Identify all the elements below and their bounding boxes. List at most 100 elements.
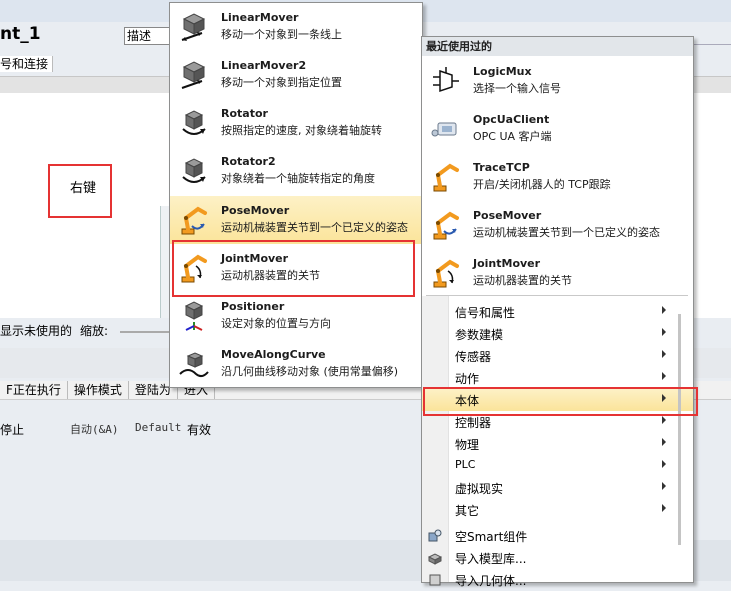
item-description: 运动机器装置的关节	[473, 274, 572, 287]
submenu-signals-and-properties[interactable]: 信号和属性	[422, 301, 693, 323]
move-along-curve-icon	[179, 352, 209, 378]
recent-item-opc-ua-client[interactable]: OpcUaClient OPC UA 客户端	[422, 105, 693, 153]
submenu-other[interactable]: 其它	[422, 499, 693, 521]
submenu-plc[interactable]: PLC	[422, 455, 693, 477]
item-description: 运动机械装置关节到一个已定义的姿态	[473, 226, 660, 239]
submenu-label: 传感器	[455, 350, 492, 364]
recent-item-logic-mux[interactable]: LogicMux 选择一个输入信号	[422, 57, 693, 105]
rotator2-icon	[182, 158, 206, 183]
item-description: 移动一个对象到一条线上	[221, 28, 342, 41]
import-geometry-icon	[429, 574, 441, 586]
menu-item-rotator2[interactable]: Rotator2 对象绕着一个轴旋转指定的角度	[170, 147, 422, 195]
status-cell: 停止	[0, 423, 25, 437]
item-description: 对象绕着一个轴旋转指定的角度	[221, 172, 375, 185]
action-label: 导入模型库...	[455, 552, 527, 566]
positioner-icon	[184, 301, 204, 331]
menu-item-move-along-curve[interactable]: MoveAlongCurve 沿几何曲线移动对象 (使用常量偏移)	[170, 340, 422, 388]
menu-item-empty-smart-component[interactable]: 空Smart组件	[422, 525, 693, 547]
recent-item-pose-mover[interactable]: PoseMover 运动机械装置关节到一个已定义的姿态	[422, 201, 693, 249]
submenu-arrow-icon	[662, 438, 666, 446]
body-submenu-highlight-box	[423, 387, 698, 416]
submenu-arrow-icon	[662, 306, 666, 314]
submenu-arrow-icon	[662, 504, 666, 512]
item-title: OpcUaClient	[473, 113, 550, 126]
submenu-arrow-icon	[662, 328, 666, 336]
submenu-arrow-icon	[662, 460, 666, 468]
item-title: MoveAlongCurve	[221, 348, 326, 361]
submenu-label: 其它	[455, 504, 480, 518]
item-description: 运动机械装置关节到一个已定义的姿态	[221, 221, 408, 234]
submenu-label: PLC	[455, 458, 476, 471]
item-title: LogicMux	[473, 65, 532, 78]
submenu-label: 控制器	[455, 416, 492, 430]
menu-item-rotator[interactable]: Rotator 按照指定的速度, 对象绕着轴旋转	[170, 99, 422, 147]
mode-cell: 自动(&A)	[70, 423, 119, 436]
item-description: OPC UA 客户端	[473, 130, 552, 143]
zoom-slider[interactable]	[120, 331, 172, 333]
item-description: 沿几何曲线移动对象 (使用常量偏移)	[221, 365, 399, 378]
column-header[interactable]: F正在执行	[0, 381, 68, 399]
actions-submenu: LinearMover 移动一个对象到一条线上 LinearMover2 移动一…	[169, 2, 423, 388]
validity-cell: 有效	[187, 423, 212, 437]
right-click-note: 右键	[70, 181, 97, 196]
item-description: 移动一个对象到指定位置	[221, 76, 342, 89]
recent-item-trace-tcp[interactable]: TraceTCP 开启/关闭机器人的 TCP跟踪	[422, 153, 693, 201]
submenu-label: 虚拟现实	[455, 482, 504, 496]
item-title: Rotator	[221, 107, 268, 120]
item-description: 开启/关闭机器人的 TCP跟踪	[473, 178, 611, 191]
component-title: nt_1	[0, 24, 41, 44]
login-cell: Default	[135, 421, 182, 434]
item-description: 设定对象的位置与方向	[221, 317, 331, 330]
submenu-arrow-icon	[662, 482, 666, 490]
column-header[interactable]: 操作模式	[68, 381, 129, 399]
logic-mux-icon	[433, 67, 459, 93]
item-title: TraceTCP	[473, 161, 530, 174]
submenu-sensors[interactable]: 传感器	[422, 345, 693, 367]
pose-mover-icon	[433, 211, 459, 240]
recent-item-joint-mover[interactable]: JointMover 运动机器装置的关节	[422, 249, 693, 297]
menu-item-import-geometry[interactable]: 导入几何体...	[422, 569, 693, 591]
opc-ua-client-icon	[431, 122, 457, 137]
submenu-virtual-reality[interactable]: 虚拟现实	[422, 477, 693, 499]
item-description: 按照指定的速度, 对象绕着轴旋转	[221, 124, 382, 137]
menu-item-import-library[interactable]: 导入模型库...	[422, 547, 693, 569]
submenu-arrow-icon	[662, 350, 666, 358]
menu-item-positioner[interactable]: Positioner 设定对象的位置与方向	[170, 292, 422, 340]
submenu-label: 参数建模	[455, 328, 504, 342]
submenu-arrow-icon	[662, 416, 666, 424]
item-title: PoseMover	[221, 204, 290, 217]
rotator-icon	[182, 110, 206, 135]
import-library-icon	[428, 553, 442, 565]
item-title: JointMover	[473, 257, 541, 270]
joint-mover-highlight-box	[172, 240, 415, 297]
submenu-label: 动作	[455, 372, 480, 386]
menu-separator	[426, 295, 688, 296]
smart-component-icon	[428, 529, 442, 542]
action-label: 空Smart组件	[455, 530, 528, 544]
submenu-physics[interactable]: 物理	[422, 433, 693, 455]
show-unused-toggle[interactable]: 显示未使用的	[0, 322, 72, 339]
submenu-label: 信号和属性	[455, 306, 516, 320]
pose-mover-icon	[181, 206, 207, 235]
item-title: LinearMover2	[221, 59, 307, 72]
item-title: Positioner	[221, 300, 285, 313]
linear-mover-icon	[181, 13, 206, 41]
submenu-label: 物理	[455, 438, 480, 452]
tab-signals-and-connections[interactable]: 号和连接	[0, 56, 54, 72]
submenu-actions[interactable]: 动作	[422, 367, 693, 389]
item-title: LinearMover	[221, 11, 299, 24]
linear-mover2-icon	[181, 61, 206, 89]
menu-item-pose-mover[interactable]: PoseMover 运动机械装置关节到一个已定义的姿态	[170, 196, 422, 244]
trace-tcp-icon	[433, 163, 459, 192]
item-title: Rotator2	[221, 155, 276, 168]
item-description: 选择一个输入信号	[473, 82, 561, 95]
joint-mover-icon	[433, 259, 459, 288]
zoom-label: 缩放:	[80, 324, 109, 338]
menu-item-linear-mover[interactable]: LinearMover 移动一个对象到一条线上	[170, 3, 422, 51]
add-component-menu: 最近使用过的 LogicMux 选择一个输入信号 OpcUaClient OPC…	[421, 36, 694, 588]
submenu-parametric-modeling[interactable]: 参数建模	[422, 323, 693, 345]
menu-item-linear-mover2[interactable]: LinearMover2 移动一个对象到指定位置	[170, 51, 422, 99]
item-title: PoseMover	[473, 209, 542, 222]
recent-header: 最近使用过的	[422, 37, 693, 56]
menu-scrollbar[interactable]	[678, 314, 681, 545]
